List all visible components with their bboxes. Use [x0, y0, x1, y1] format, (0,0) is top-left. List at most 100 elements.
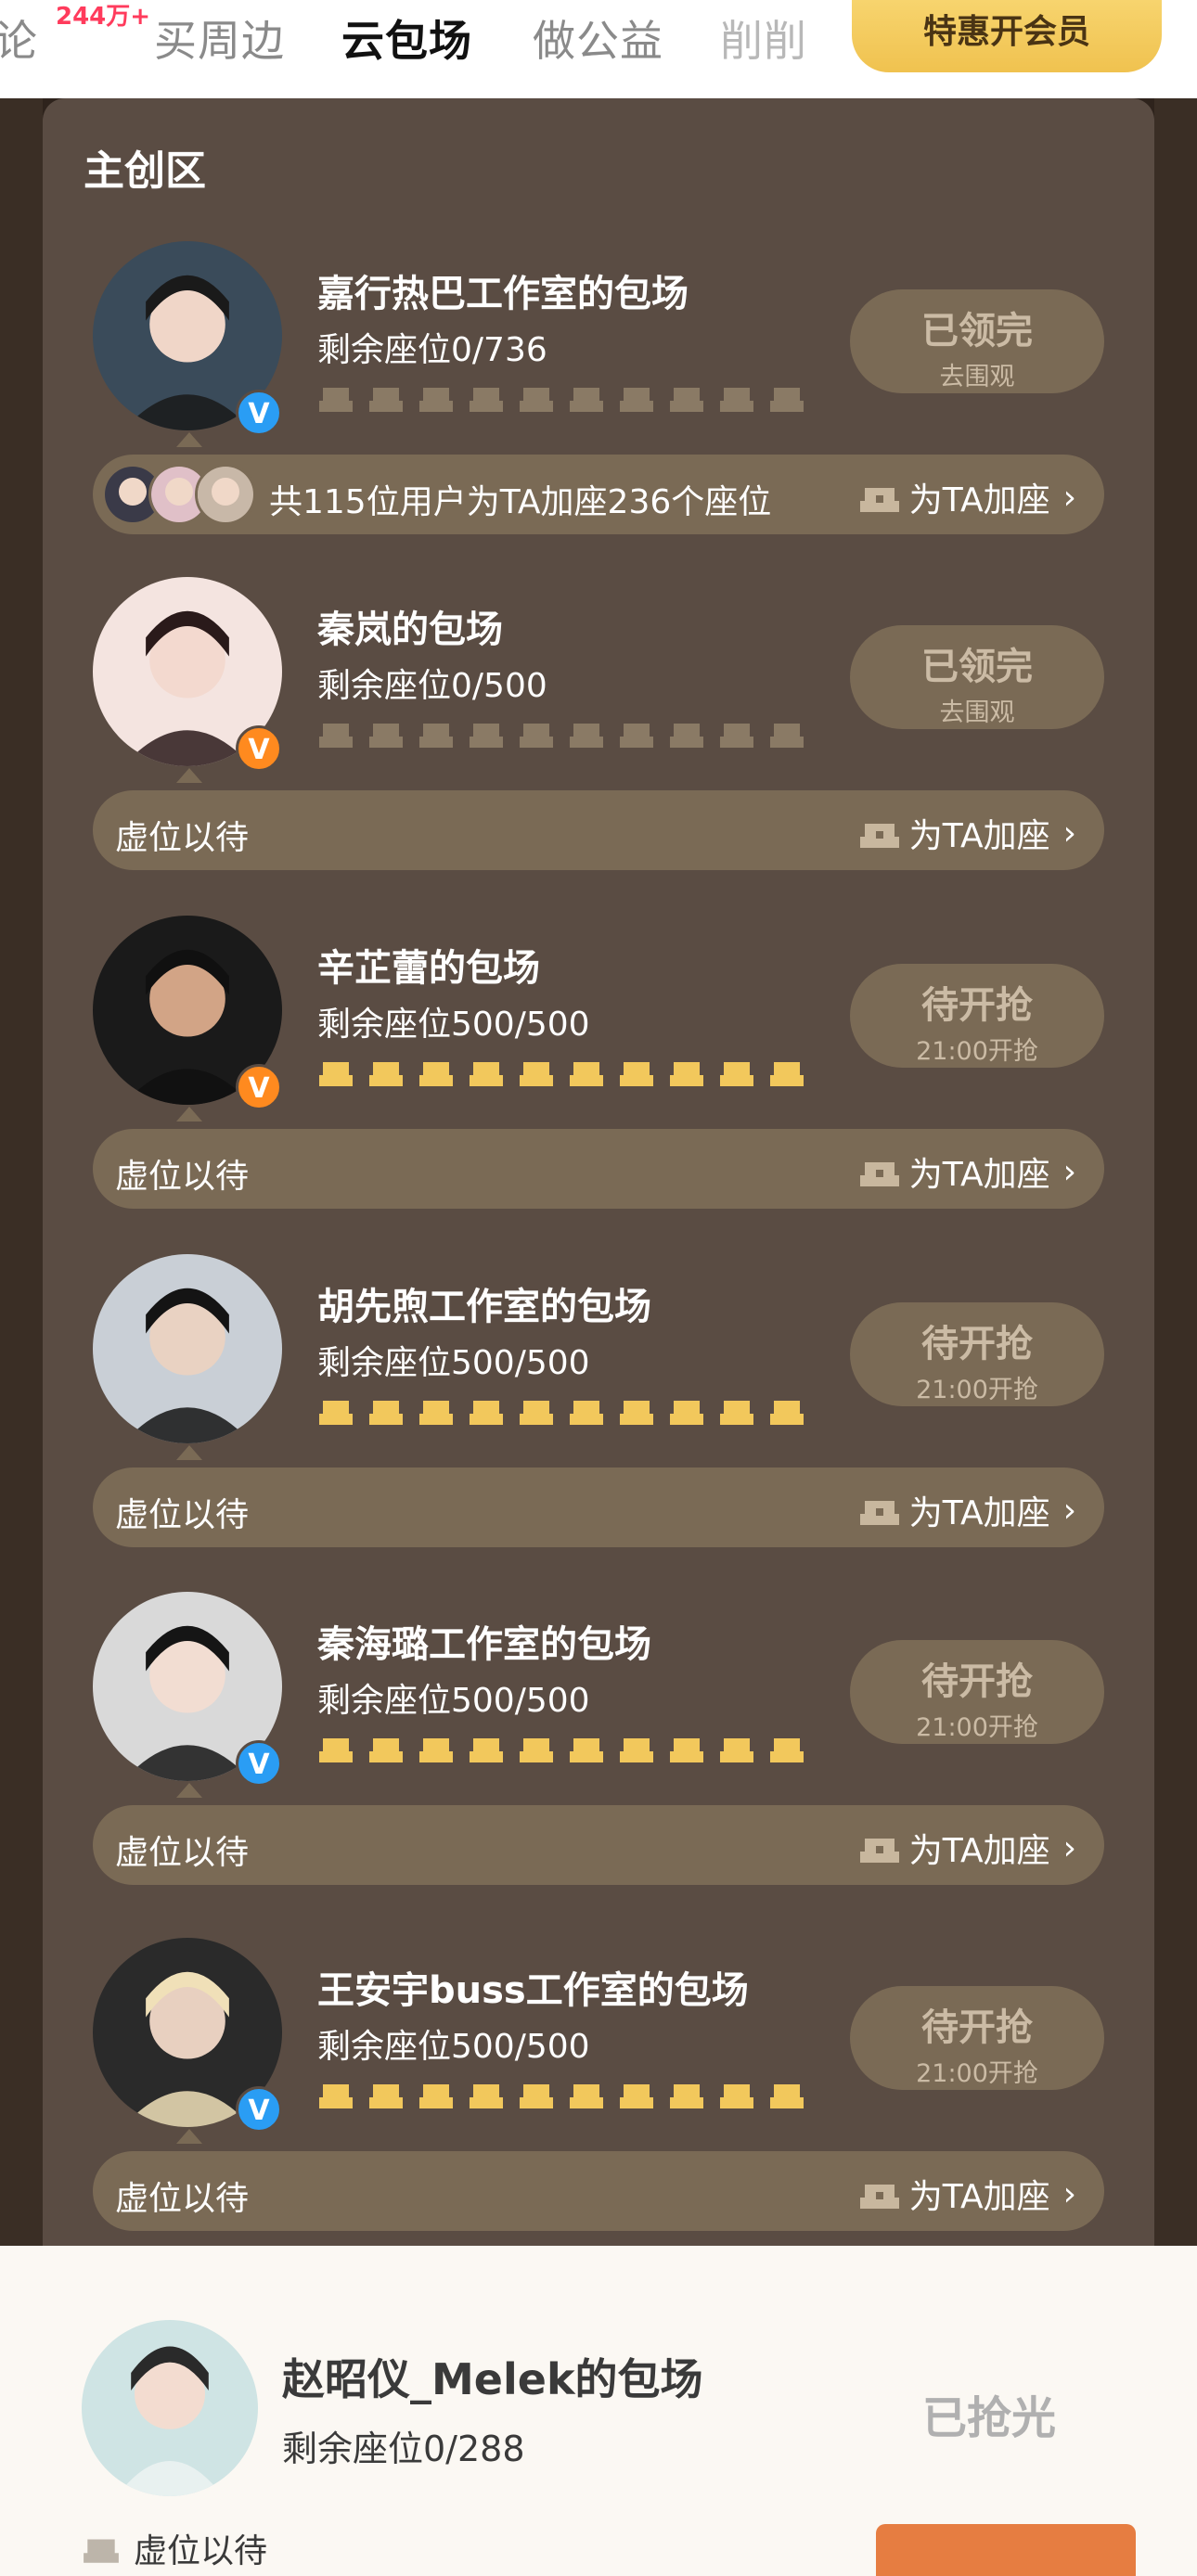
- booking-name: 赵昭仪_Melek的包场: [282, 2354, 703, 2404]
- seat-icon: [668, 380, 705, 414]
- booking-card[interactable]: V 秦海璐工作室的包场 剩余座位500/500 待开抢 21:00开抢 虚位以待…: [0, 1590, 1197, 1929]
- remaining-seats: 剩余座位500/500: [317, 1006, 590, 1044]
- add-seat-bar[interactable]: 虚位以待 为TA加座 ›: [93, 790, 1104, 870]
- add-seat-action[interactable]: 为TA加座 ›: [859, 2170, 1076, 2218]
- remaining-seats: 剩余座位0/736: [317, 331, 547, 369]
- add-seat-bar[interactable]: 虚位以待 为TA加座 ›: [93, 2151, 1104, 2231]
- add-seat-label: 为TA加座: [908, 817, 1050, 855]
- status-label: 待开抢: [921, 1660, 1033, 1703]
- floating-banner[interactable]: [876, 2524, 1136, 2576]
- bar-text: 虚位以待: [115, 1158, 250, 1196]
- seat-icon: [768, 380, 805, 414]
- seat-icon: [418, 380, 455, 414]
- pointer-arrow: [176, 2129, 202, 2144]
- seat-icon: [618, 1055, 655, 1088]
- seat-icon: [518, 1731, 555, 1764]
- status-button[interactable]: 已领完 去围观: [850, 289, 1104, 393]
- seat-icon: [859, 1492, 900, 1529]
- seat-icon: [668, 2077, 705, 2110]
- seat-icon: [668, 1393, 705, 1427]
- seat-icon: [518, 380, 555, 414]
- seat-icon: [568, 1055, 605, 1088]
- seat-icon: [568, 716, 605, 750]
- status-button[interactable]: 待开抢 21:00开抢: [850, 1986, 1104, 2090]
- verified-icon: V: [236, 1064, 282, 1110]
- booking-card[interactable]: V 秦岚的包场 剩余座位0/500 已领完 去围观 虚位以待 为TA加座 ›: [0, 575, 1197, 914]
- status-button[interactable]: 待开抢 21:00开抢: [850, 964, 1104, 1068]
- add-seat-bar[interactable]: 虚位以待 为TA加座 ›: [93, 1467, 1104, 1547]
- tab-charity[interactable]: 做公益: [533, 7, 663, 69]
- vip-button[interactable]: 特惠开会员: [852, 0, 1162, 72]
- tab-merch[interactable]: 买周边: [154, 7, 285, 69]
- add-seat-action[interactable]: 为TA加座 ›: [859, 1486, 1076, 1534]
- pointer-arrow: [176, 1107, 202, 1121]
- verified-icon: V: [236, 1740, 282, 1787]
- add-seat-bar[interactable]: 虚位以待: [82, 2524, 267, 2572]
- avatar[interactable]: [93, 1254, 282, 1443]
- seat-icon: [568, 380, 605, 414]
- status-sublabel: 去围观: [939, 698, 1015, 727]
- remaining-seats: 剩余座位500/500: [317, 1344, 590, 1382]
- pointer-arrow: [176, 768, 202, 783]
- add-seat-action[interactable]: 为TA加座 ›: [859, 1824, 1076, 1872]
- add-seat-bar[interactable]: 共115位用户为TA加座236个座位 为TA加座 ›: [93, 455, 1104, 534]
- booking-name: 辛芷蕾的包场: [317, 947, 540, 990]
- booking-card[interactable]: V 王安宇buss工作室的包场 剩余座位500/500 待开抢 21:00开抢 …: [0, 1936, 1197, 2275]
- add-seat-bar[interactable]: 虚位以待 为TA加座 ›: [93, 1805, 1104, 1885]
- seat-row: [317, 1731, 805, 1764]
- add-seat-label: 为TA加座: [908, 1832, 1050, 1870]
- user-avatar: [195, 464, 256, 525]
- bottom-card[interactable]: 赵昭仪_Melek的包场 剩余座位0/288 已抢光 虚位以待: [0, 2246, 1197, 2576]
- seat-icon: [468, 380, 505, 414]
- seat-icon: [568, 1393, 605, 1427]
- tab-more[interactable]: 削削: [720, 7, 807, 69]
- seat-icon: [518, 1393, 555, 1427]
- remaining-seats: 剩余座位500/500: [317, 1682, 590, 1720]
- verified-icon: V: [236, 390, 282, 436]
- seat-icon: [718, 2077, 755, 2110]
- seat-icon: [367, 2077, 405, 2110]
- avatar-image: [82, 2320, 258, 2496]
- chevron-right-icon: ›: [1062, 1828, 1076, 1867]
- seat-icon: [668, 1055, 705, 1088]
- tab-comment[interactable]: 论: [0, 7, 38, 69]
- seat-icon: [618, 1731, 655, 1764]
- booking-name: 王安宇buss工作室的包场: [317, 1969, 749, 2012]
- tab-cloud-booking[interactable]: 云包场: [341, 7, 472, 69]
- add-seat-action[interactable]: 为TA加座 ›: [859, 1147, 1076, 1196]
- booking-card[interactable]: V 嘉行热巴工作室的包场 剩余座位0/736 已领完 去围观 共115位用户为T…: [0, 239, 1197, 578]
- seat-icon: [317, 716, 354, 750]
- booking-name: 嘉行热巴工作室的包场: [317, 273, 689, 315]
- avatar-image: [93, 1254, 282, 1443]
- seat-icon: [859, 2175, 900, 2212]
- add-seat-label: 为TA加座: [908, 1156, 1050, 1194]
- seat-icon: [468, 1393, 505, 1427]
- add-seat-label: 为TA加座: [908, 481, 1050, 519]
- status-label: 待开抢: [921, 2006, 1033, 2049]
- seat-icon: [418, 1731, 455, 1764]
- status-sublabel: 21:00开抢: [916, 1376, 1038, 1404]
- seat-icon: [317, 1731, 354, 1764]
- remaining-seats: 剩余座位0/288: [282, 2429, 525, 2469]
- seat-icon: [418, 1393, 455, 1427]
- add-seat-action[interactable]: 为TA加座 ›: [859, 809, 1076, 857]
- status-button[interactable]: 待开抢 21:00开抢: [850, 1640, 1104, 1744]
- bar-text: 虚位以待: [115, 2180, 250, 2218]
- top-nav: 论 244万+ 买周边 云包场 做公益 削削 特惠开会员: [0, 0, 1197, 98]
- add-seat-label: 为TA加座: [908, 1494, 1050, 1532]
- seat-row: [317, 380, 805, 414]
- status-button[interactable]: 已领完 去围观: [850, 625, 1104, 729]
- seat-icon: [768, 2077, 805, 2110]
- booking-card[interactable]: 胡先煦工作室的包场 剩余座位500/500 待开抢 21:00开抢 虚位以待 为…: [0, 1252, 1197, 1591]
- status-label: 已领完: [921, 310, 1033, 352]
- bar-text: 虚位以待: [115, 1496, 250, 1534]
- status-sublabel: 21:00开抢: [916, 1713, 1038, 1742]
- add-seat-action[interactable]: 为TA加座 ›: [859, 473, 1076, 521]
- seat-icon: [367, 380, 405, 414]
- avatar[interactable]: [82, 2320, 258, 2496]
- add-seat-bar[interactable]: 虚位以待 为TA加座 ›: [93, 1129, 1104, 1209]
- status-button[interactable]: 待开抢 21:00开抢: [850, 1302, 1104, 1406]
- seat-icon: [618, 380, 655, 414]
- seat-row: [317, 2077, 805, 2110]
- booking-card[interactable]: V 辛芷蕾的包场 剩余座位500/500 待开抢 21:00开抢 虚位以待 为T…: [0, 914, 1197, 1252]
